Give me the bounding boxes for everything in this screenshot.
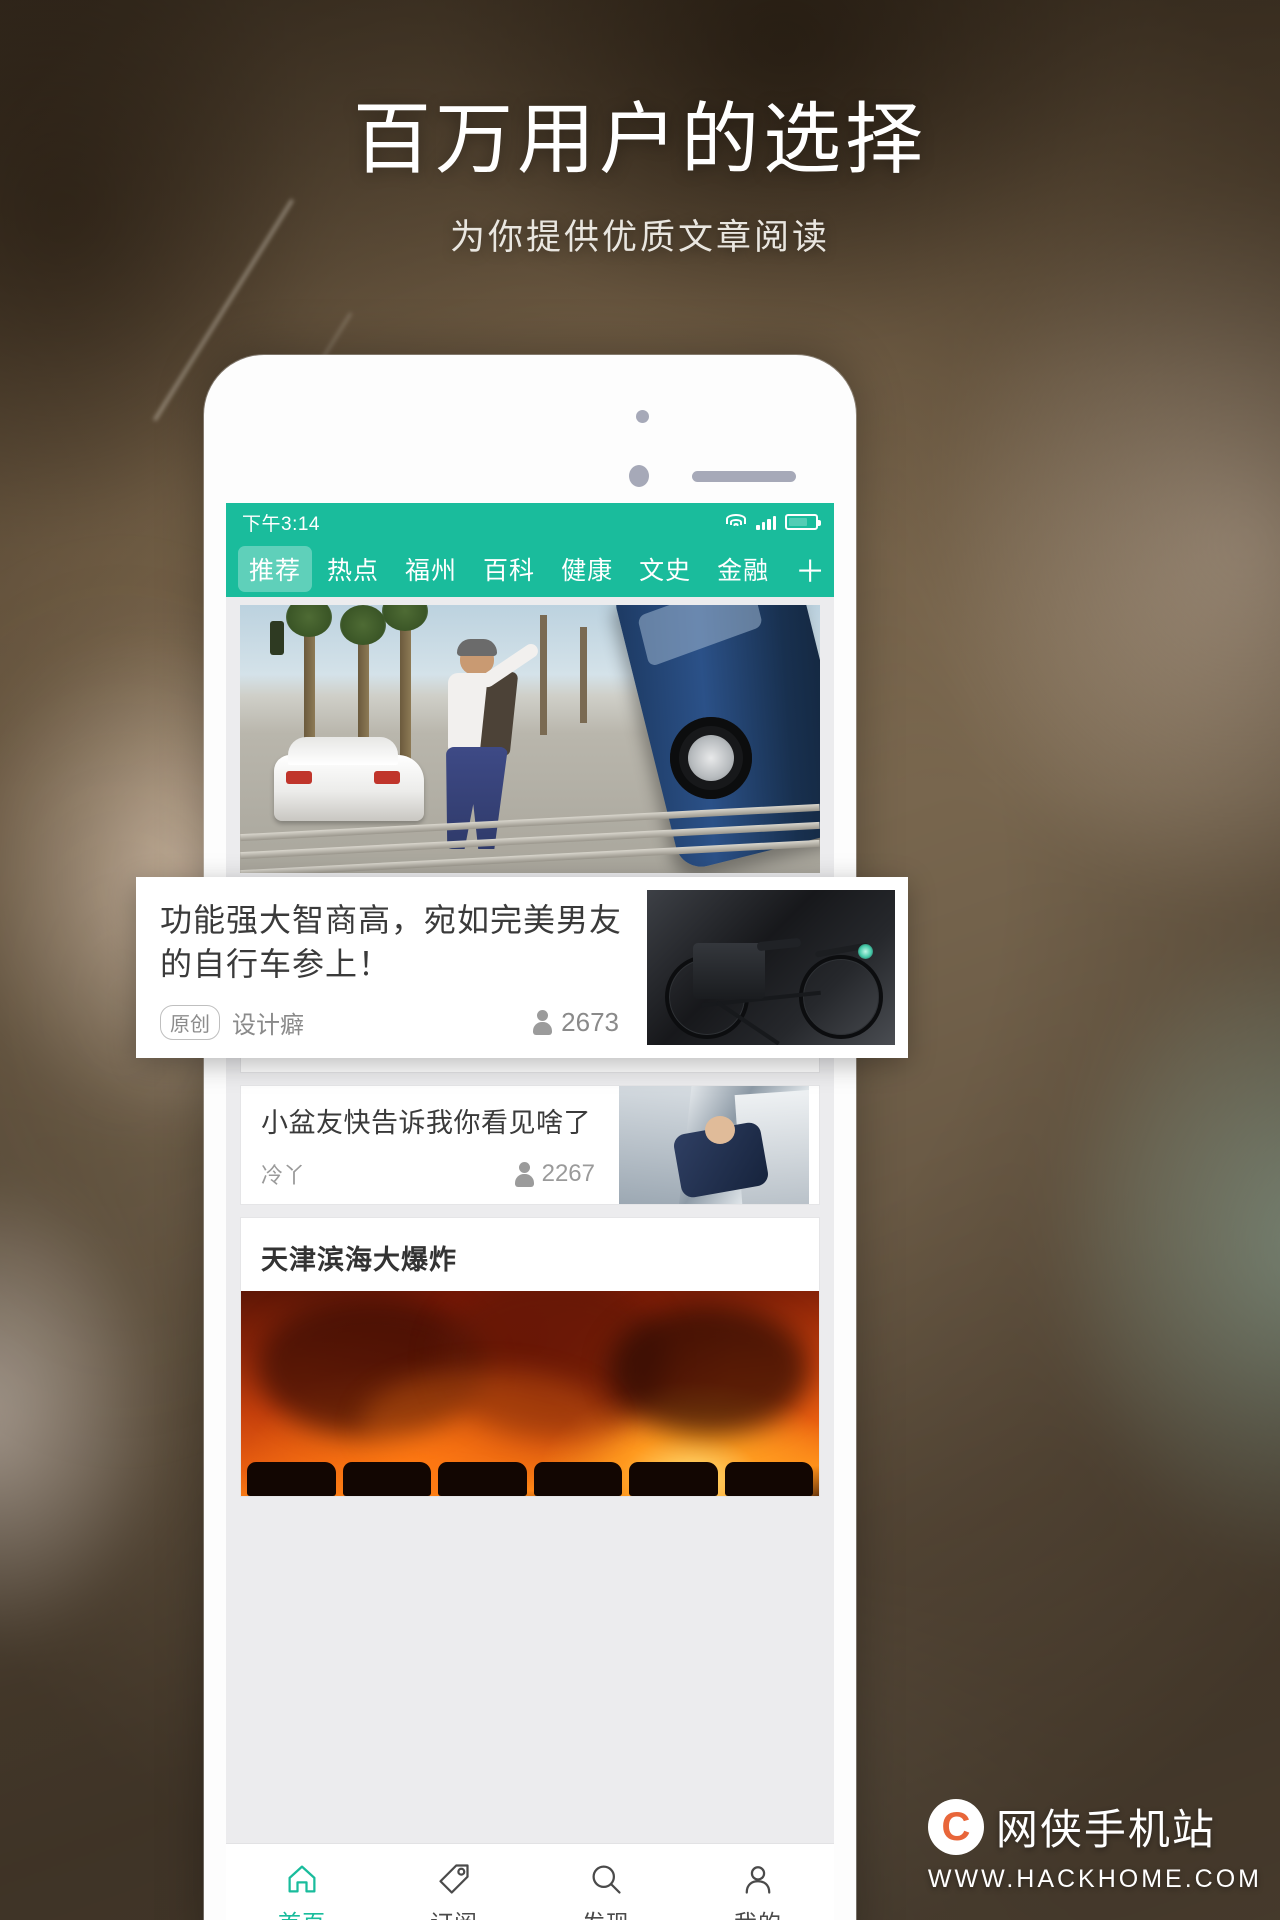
phone-mockup: 下午3:14 推荐 热点 福州 百科 健康 文史 金融 ＋ 小盆友快告诉我你看见… (204, 355, 856, 1920)
popup-text-block: 功能强大智商高，宛如完美男友的自行车参上！ 原创 设计癖 2673 (136, 877, 647, 1058)
person-icon (533, 1010, 553, 1035)
tab-home[interactable]: 首页 (226, 1861, 378, 1920)
watermark-logo-icon: C (927, 1798, 984, 1855)
watermark-site-url: WWW.HACKHOME.COM (927, 1865, 1262, 1893)
phone-top-bezel (204, 355, 856, 503)
popup-article-title: 功能强大智商高，宛如完美男友的自行车参上！ (160, 902, 623, 982)
featured-article-popup-card[interactable]: 功能强大智商高，宛如完美男友的自行车参上！ 原创 设计癖 2673 (136, 877, 908, 1058)
category-tab-recommend[interactable]: 推荐 (238, 546, 313, 592)
home-icon (283, 1861, 321, 1897)
popup-article-source: 设计癖 (232, 1012, 304, 1039)
watermark-top-row: C 网侠手机站 (927, 1796, 1262, 1857)
feed-hero-photo (240, 605, 820, 873)
explosion-article-card[interactable]: 天津滨海大爆炸 (240, 1217, 820, 1497)
traffic-light-icon (270, 621, 284, 655)
tab-subscribe-label: 订阅 (430, 1904, 478, 1920)
article-view-count: 2267 (514, 1160, 595, 1188)
popup-article-view-count: 2673 (533, 1007, 619, 1038)
tag-icon (435, 1861, 473, 1897)
article-title: 小盆友快告诉我你看见啥了 (261, 1108, 591, 1138)
status-bar-indicators (725, 514, 821, 530)
street-scene-image (240, 605, 820, 873)
train-seat-image (619, 1086, 809, 1204)
explosion-article-title: 天津滨海大爆炸 (261, 1245, 457, 1275)
sensor-icon (629, 465, 649, 487)
hero-text-block: 百万用户的选择 为你提供优质文章阅读 (0, 95, 1280, 260)
palm-fronds-icon (286, 605, 332, 637)
hero-title: 百万用户的选择 (352, 95, 927, 183)
person-circle-icon (739, 1861, 777, 1897)
burnt-cars-silhouette (241, 1452, 819, 1496)
popup-article-thumbnail (647, 890, 895, 1045)
status-bar: 下午3:14 (226, 503, 834, 541)
tab-discover-label: 发现 (582, 1904, 630, 1920)
tab-subscribe[interactable]: 订阅 (378, 1861, 530, 1920)
phone-screen: 下午3:14 推荐 热点 福州 百科 健康 文史 金融 ＋ 小盆友快告诉我你看见… (226, 503, 834, 1920)
bottom-tab-bar[interactable]: 首页 订阅 发现 (226, 1843, 834, 1920)
smoke-plume (609, 1305, 809, 1435)
front-camera-icon (636, 410, 649, 423)
search-icon (587, 1861, 625, 1897)
status-bar-time: 下午3:14 (242, 513, 320, 535)
article-list-item[interactable]: 小盆友快告诉我你看见啥了 冷丫 2267 (240, 1085, 820, 1205)
bicycle-image (647, 890, 895, 1045)
utility-pole-icon (580, 627, 587, 723)
article-view-number: 2267 (541, 1160, 595, 1187)
feed-hero-photo-card[interactable] (240, 605, 820, 873)
popup-article-meta: 原创 设计癖 2673 (160, 1005, 643, 1044)
explosion-article-photo (241, 1291, 819, 1496)
category-tab-fuzhou[interactable]: 福州 (394, 546, 468, 592)
category-tab-hot[interactable]: 热点 (316, 546, 390, 592)
popup-article-view-number: 2673 (561, 1007, 619, 1037)
signal-bars-icon (756, 515, 776, 530)
hero-subtitle: 为你提供优质文章阅读 (449, 218, 830, 258)
battery-icon (785, 514, 821, 530)
category-tab-finance[interactable]: 金融 (706, 546, 780, 592)
palm-fronds-icon (340, 605, 386, 645)
article-text-block: 小盆友快告诉我你看见啥了 冷丫 2267 (241, 1086, 619, 1204)
tab-mine-label: 我的 (734, 1904, 782, 1920)
site-watermark: C 网侠手机站 WWW.HACKHOME.COM (927, 1796, 1262, 1894)
add-category-button[interactable]: ＋ (784, 542, 832, 596)
watermark-site-name: 网侠手机站 (995, 1806, 1216, 1853)
tab-discover[interactable]: 发现 (530, 1861, 682, 1920)
category-tab-health[interactable]: 健康 (550, 546, 624, 592)
utility-pole-icon (540, 615, 547, 735)
category-tab-bar[interactable]: 推荐 热点 福州 百科 健康 文史 金融 ＋ (226, 541, 834, 597)
earpiece-speaker (692, 471, 796, 482)
tab-mine[interactable]: 我的 (682, 1861, 834, 1920)
person-icon (514, 1161, 534, 1187)
car-wheel-shape (670, 717, 752, 799)
status-badge: 原创 (160, 1005, 220, 1040)
category-tab-encyclopedia[interactable]: 百科 (472, 546, 546, 592)
wifi-icon (725, 514, 747, 530)
article-thumbnail (619, 1086, 809, 1204)
tab-home-label: 首页 (278, 1904, 326, 1920)
article-feed[interactable]: 小盆友快告诉我你看见啥了 冷丫 2267 天津滨海大爆炸 (226, 597, 834, 1920)
article-meta: 冷丫 2267 (261, 1158, 609, 1190)
white-car-shape (274, 737, 424, 821)
article-source: 冷丫 (261, 1163, 306, 1188)
palm-fronds-icon (382, 605, 428, 631)
category-tab-history[interactable]: 文史 (628, 546, 702, 592)
